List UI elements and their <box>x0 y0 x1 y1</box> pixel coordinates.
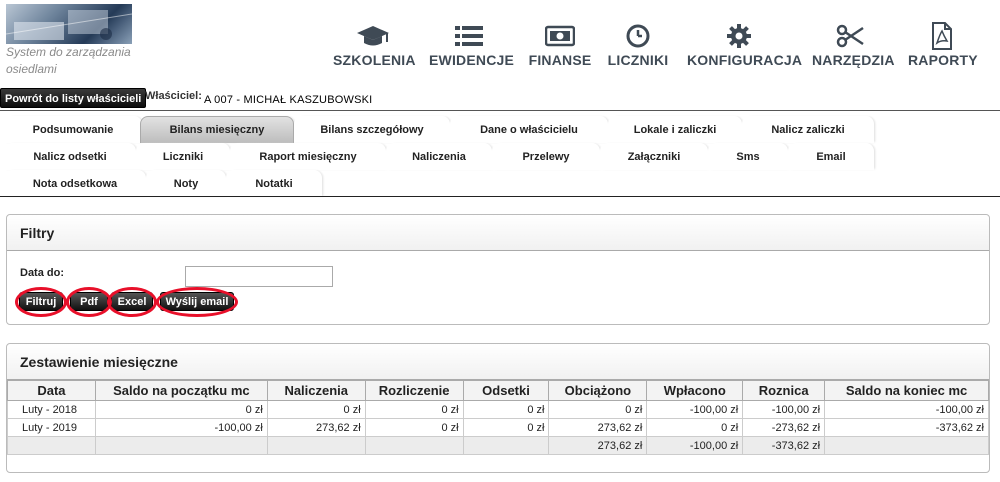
tab-nalicz-zaliczki[interactable]: Nalicz zaliczki <box>742 116 874 143</box>
table-cell: 0 zł <box>266 400 366 419</box>
nav-szkolenia[interactable]: SZKOLENIA <box>333 22 416 68</box>
date-to-input[interactable] <box>185 266 333 287</box>
divider <box>0 196 1000 197</box>
table-cell: -100,00 zł <box>646 400 744 419</box>
table-cell <box>7 436 96 455</box>
tab-zalaczniki[interactable]: Załączniki <box>600 143 708 170</box>
scissors-icon <box>812 22 888 50</box>
tab-podsumowanie[interactable]: Podsumowanie <box>4 116 142 143</box>
table-cell: -100,00 zł <box>94 418 268 437</box>
table-cell: 0 zł <box>364 418 464 437</box>
table-cell: 0 zł <box>462 400 550 419</box>
column-header: Saldo na koniec mc <box>824 380 989 401</box>
table-cell <box>94 436 268 455</box>
date-label: Data do: <box>20 267 64 279</box>
nav-raporty[interactable]: RAPORTY <box>908 22 978 68</box>
table-cell <box>266 436 366 455</box>
column-header: Saldo na początku mc <box>94 380 268 401</box>
table-header-row: Data Saldo na początku mc Naliczenia Roz… <box>7 380 989 401</box>
money-icon <box>525 22 595 50</box>
column-header: Roznica <box>742 380 826 401</box>
filters-panel: Filtry Data do: Filtruj Pdf Excel Wyślij… <box>6 214 990 325</box>
table-cell: -373,62 zł <box>824 418 989 437</box>
table-cell: -373,62 zł <box>742 436 826 455</box>
tab-przelewy[interactable]: Przelewy <box>492 143 600 170</box>
gear-icon <box>687 22 791 50</box>
nav-liczniki[interactable]: LICZNIKI <box>606 22 670 68</box>
graduation-cap-icon <box>333 22 413 50</box>
table-row: Luty - 2018 0 zł 0 zł 0 zł 0 zł 0 zł -10… <box>7 400 989 419</box>
column-header: Naliczenia <box>266 380 366 401</box>
tab-raport-miesieczny[interactable]: Raport miesięczny <box>230 143 386 170</box>
pdf-button[interactable]: Pdf <box>70 292 108 311</box>
table-cell: Luty - 2018 <box>7 400 96 419</box>
tab-bilans-szczegolowy[interactable]: Bilans szczegółowy <box>294 116 450 143</box>
totals-row: 273,62 zł -100,00 zł -373,62 zł <box>7 436 989 455</box>
summary-title: Zestawienie miesięczne <box>7 344 989 380</box>
table-cell: -273,62 zł <box>742 418 826 437</box>
table-cell: -100,00 zł <box>646 436 744 455</box>
nav-ewidencje[interactable]: EWIDENCJE <box>429 22 514 68</box>
nav-narzedzia[interactable]: NARZĘDZIA <box>812 22 894 68</box>
header: System do zarządzania osiedlami SZKOLENI… <box>0 0 1000 82</box>
table-cell: 0 zł <box>462 418 550 437</box>
table-cell: -100,00 zł <box>824 400 989 419</box>
tab-noty[interactable]: Noty <box>146 170 226 197</box>
table-cell: 0 zł <box>548 400 648 419</box>
owner-label: Właściciel: <box>145 90 202 102</box>
owner-bar: Powrót do listy właścicieli Właściciel: … <box>0 86 1000 110</box>
table-cell: Luty - 2019 <box>7 418 96 437</box>
list-icon <box>429 22 509 50</box>
back-to-owners-button[interactable]: Powrót do listy właścicieli <box>0 88 147 108</box>
nav-konfiguracja[interactable]: KONFIGURACJA <box>687 22 802 68</box>
tab-sms[interactable]: Sms <box>708 143 788 170</box>
tab-email[interactable]: Email <box>788 143 874 170</box>
owner-name: A 007 - MICHAŁ KASZUBOWSKI <box>204 94 373 106</box>
tab-liczniki[interactable]: Liczniki <box>136 143 230 170</box>
column-header: Odsetki <box>462 380 550 401</box>
column-header: Rozliczenie <box>364 380 464 401</box>
filter-button[interactable]: Filtruj <box>19 292 63 311</box>
table-cell: 0 zł <box>646 418 744 437</box>
tab-bar: Podsumowanie Bilans miesięczny Bilans sz… <box>0 116 1000 198</box>
excel-button[interactable]: Excel <box>111 292 153 311</box>
page: System do zarządzania osiedlami SZKOLENI… <box>0 0 1000 482</box>
filters-title: Filtry <box>7 215 989 251</box>
tab-nota-odsetkowa[interactable]: Nota odsetkowa <box>4 170 146 197</box>
tab-dane-o-wlascicielu[interactable]: Dane o właścicielu <box>450 116 608 143</box>
table-cell: 0 zł <box>364 400 464 419</box>
table-cell <box>364 436 464 455</box>
table-cell: 273,62 zł <box>548 436 648 455</box>
tab-nalicz-odsetki[interactable]: Nalicz odsetki <box>4 143 136 170</box>
table-cell <box>824 436 989 455</box>
monthly-summary-panel: Zestawienie miesięczne Data Saldo na poc… <box>6 343 990 473</box>
tab-notatki[interactable]: Notatki <box>226 170 322 197</box>
tab-bilans-miesieczny[interactable]: Bilans miesięczny <box>140 116 294 143</box>
logo[interactable] <box>6 4 132 44</box>
table-cell: 273,62 zł <box>266 418 366 437</box>
send-email-button[interactable]: Wyślij email <box>160 292 234 311</box>
table-cell <box>462 436 550 455</box>
pdf-file-icon <box>908 22 976 50</box>
nav-finanse[interactable]: FINANSE <box>525 22 595 68</box>
table-row: Luty - 2019 -100,00 zł 273,62 zł 0 zł 0 … <box>7 418 989 437</box>
tab-naliczenia[interactable]: Naliczenia <box>386 143 492 170</box>
column-header: Obciążono <box>548 380 648 401</box>
clock-icon <box>606 22 670 50</box>
summary-table: Data Saldo na początku mc Naliczenia Roz… <box>7 380 989 455</box>
table-cell: 273,62 zł <box>548 418 648 437</box>
app-tagline: System do zarządzania osiedlami <box>6 45 131 76</box>
table-cell: 0 zł <box>94 400 268 419</box>
divider <box>0 110 1000 111</box>
column-header: Wpłacono <box>646 380 744 401</box>
tab-lokale-i-zaliczki[interactable]: Lokale i zaliczki <box>608 116 742 143</box>
table-cell: -100,00 zł <box>742 400 826 419</box>
column-header: Data <box>7 380 96 401</box>
